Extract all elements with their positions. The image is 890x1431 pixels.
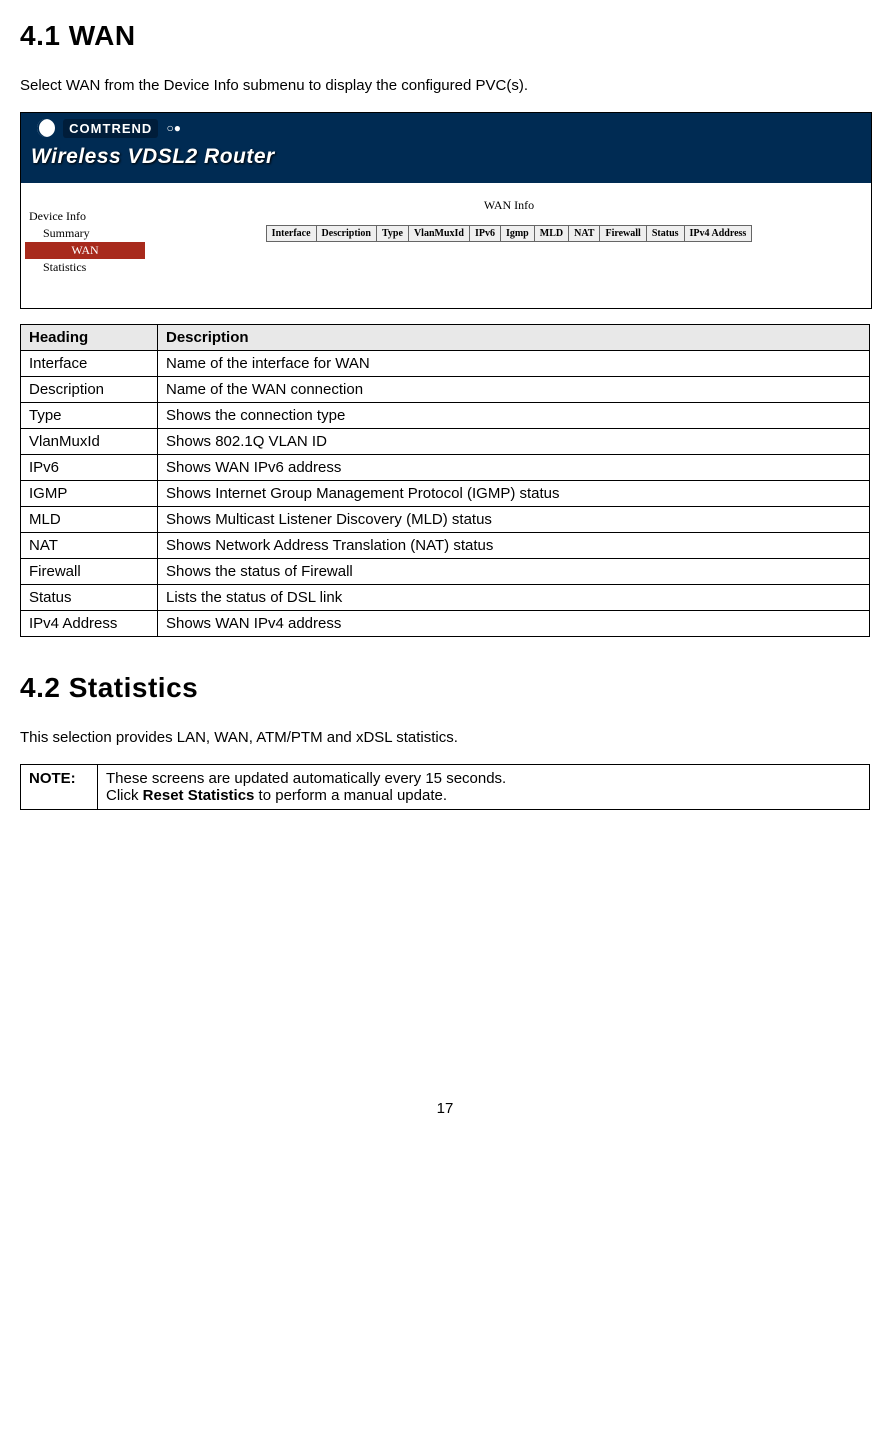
screenshot-top-banner: COMTREND ○● Wireless VDSL2 Router xyxy=(21,113,871,183)
cell-heading: Type xyxy=(21,403,158,429)
cell-heading: MLD xyxy=(21,507,158,533)
col-vlanmuxid: VlanMuxId xyxy=(408,226,469,242)
brand-name: COMTREND xyxy=(63,119,158,138)
cell-heading: VlanMuxId xyxy=(21,429,158,455)
sidebar-item-statistics[interactable]: Statistics xyxy=(25,259,145,276)
section-number: 4.2 xyxy=(20,672,60,703)
cell-desc: Name of the WAN connection xyxy=(158,377,870,403)
note-line2b: to perform a manual update. xyxy=(254,787,447,804)
table-row: VlanMuxIdShows 802.1Q VLAN ID xyxy=(21,429,870,455)
section-4-2-title: 4.2 Statistics xyxy=(20,672,870,704)
col-ipv6: IPv6 xyxy=(469,226,500,242)
cell-desc: Name of the interface for WAN xyxy=(158,351,870,377)
cell-heading: Description xyxy=(21,377,158,403)
router-model-title: Wireless VDSL2 Router xyxy=(31,145,275,169)
section-name: WAN xyxy=(69,20,136,51)
col-ipv4address: IPv4 Address xyxy=(684,226,752,242)
cell-heading: IPv6 xyxy=(21,455,158,481)
th-description: Description xyxy=(158,325,870,351)
col-description: Description xyxy=(316,226,376,242)
sidebar-item-summary[interactable]: Summary xyxy=(25,225,145,242)
col-mld: MLD xyxy=(534,226,568,242)
table-row: DescriptionName of the WAN connection xyxy=(21,377,870,403)
note-text: These screens are updated automatically … xyxy=(98,765,870,810)
cell-desc: Shows Internet Group Management Protocol… xyxy=(158,481,870,507)
cell-desc: Shows WAN IPv6 address xyxy=(158,455,870,481)
note-box: NOTE: These screens are updated automati… xyxy=(20,764,870,810)
section-name: Statistics xyxy=(69,672,199,703)
table-row: StatusLists the status of DSL link xyxy=(21,585,870,611)
col-status: Status xyxy=(646,226,684,242)
heading-description-table: Heading Description InterfaceName of the… xyxy=(20,324,870,637)
cell-desc: Shows Network Address Translation (NAT) … xyxy=(158,533,870,559)
section-4-1-intro: Select WAN from the Device Info submenu … xyxy=(20,77,870,94)
cell-desc: Shows the status of Firewall xyxy=(158,559,870,585)
cell-heading: IPv4 Address xyxy=(21,611,158,637)
table-row: TypeShows the connection type xyxy=(21,403,870,429)
wan-info-title: WAN Info xyxy=(151,198,867,213)
cell-heading: Firewall xyxy=(21,559,158,585)
cell-desc: Shows 802.1Q VLAN ID xyxy=(158,429,870,455)
note-line2-bold: Reset Statistics xyxy=(143,787,255,804)
sidebar-item-wan[interactable]: WAN xyxy=(25,242,145,259)
cell-heading: Status xyxy=(21,585,158,611)
th-heading: Heading xyxy=(21,325,158,351)
table-header-row: Heading Description xyxy=(21,325,870,351)
cell-heading: NAT xyxy=(21,533,158,559)
table-row: IPv6Shows WAN IPv6 address xyxy=(21,455,870,481)
wan-info-pane: WAN Info Interface Description Type Vlan… xyxy=(151,198,867,242)
note-line1: These screens are updated automatically … xyxy=(106,770,506,787)
note-label: NOTE: xyxy=(21,765,98,810)
cell-heading: IGMP xyxy=(21,481,158,507)
table-row: NATShows Network Address Translation (NA… xyxy=(21,533,870,559)
table-row: FirewallShows the status of Firewall xyxy=(21,559,870,585)
brand-logo-area: COMTREND ○● xyxy=(37,119,181,137)
col-nat: NAT xyxy=(569,226,600,242)
table-row: IPv4 AddressShows WAN IPv4 address xyxy=(21,611,870,637)
cell-desc: Shows WAN IPv4 address xyxy=(158,611,870,637)
table-row: InterfaceName of the interface for WAN xyxy=(21,351,870,377)
col-type: Type xyxy=(377,226,409,242)
cell-desc: Shows the connection type xyxy=(158,403,870,429)
led-dots-icon: ○● xyxy=(166,121,181,135)
section-number: 4.1 xyxy=(20,20,60,51)
wan-info-header-row: Interface Description Type VlanMuxId IPv… xyxy=(266,226,752,242)
router-screenshot: COMTREND ○● Wireless VDSL2 Router Device… xyxy=(20,112,872,309)
note-row: NOTE: These screens are updated automati… xyxy=(21,765,870,810)
table-row: MLDShows Multicast Listener Discovery (M… xyxy=(21,507,870,533)
table-row: IGMPShows Internet Group Management Prot… xyxy=(21,481,870,507)
sidebar-menu: Device Info Summary WAN Statistics xyxy=(25,208,145,276)
section-4-2-intro: This selection provides LAN, WAN, ATM/PT… xyxy=(20,729,870,746)
sidebar-item-device-info[interactable]: Device Info xyxy=(25,208,145,225)
cell-desc: Shows Multicast Listener Discovery (MLD)… xyxy=(158,507,870,533)
col-interface: Interface xyxy=(266,226,316,242)
cell-heading: Interface xyxy=(21,351,158,377)
col-igmp: Igmp xyxy=(500,226,534,242)
wan-info-table: Interface Description Type VlanMuxId IPv… xyxy=(266,225,753,242)
globe-icon xyxy=(37,119,55,137)
page-number: 17 xyxy=(20,1100,870,1117)
section-4-1-title: 4.1 WAN xyxy=(20,20,870,52)
col-firewall: Firewall xyxy=(600,226,646,242)
note-line2a: Click xyxy=(106,787,143,804)
cell-desc: Lists the status of DSL link xyxy=(158,585,870,611)
